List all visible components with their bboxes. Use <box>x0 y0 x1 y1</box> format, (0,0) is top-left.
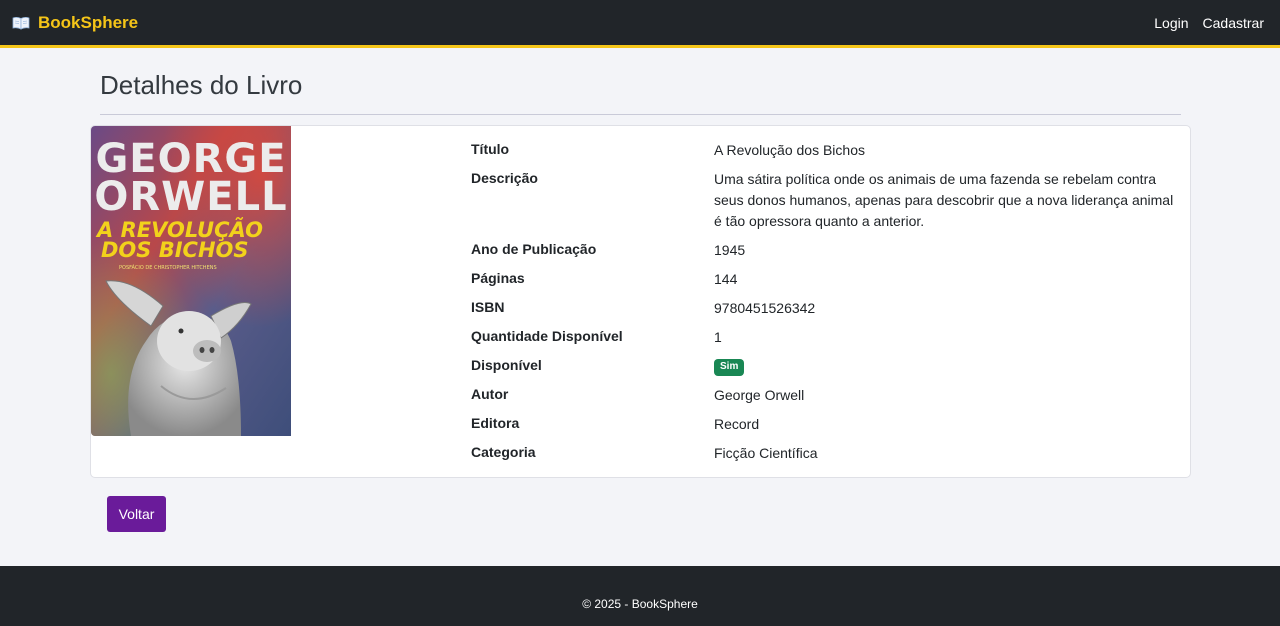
detail-label: Disponível <box>471 357 542 373</box>
detail-label: Quantidade Disponível <box>471 328 623 344</box>
detail-row-title: Título A Revolução dos Bichos <box>471 140 1181 161</box>
book-category-value: Ficção Científica <box>714 445 818 461</box>
svg-text:DOS BICHOS: DOS BICHOS <box>101 238 249 262</box>
book-available-value: Sim <box>714 356 1181 377</box>
book-cover-image: GEORGE ORWELL A REVOLUÇÃO DOS BICHOS POS… <box>91 126 291 436</box>
book-publisher-value: Record <box>714 416 760 432</box>
book-description-value: Uma sátira política onde os animais de u… <box>714 171 1174 229</box>
back-button[interactable]: Voltar <box>107 496 166 532</box>
detail-row-author: Autor George Orwell <box>471 385 1181 406</box>
detail-row-category: Categoria Ficção Científica <box>471 443 1181 464</box>
detail-row-pages: Páginas 144 <box>471 269 1181 290</box>
detail-label: Editora <box>471 415 520 431</box>
detail-label: Título <box>471 141 510 157</box>
book-details-card: GEORGE ORWELL A REVOLUÇÃO DOS BICHOS POS… <box>90 125 1191 478</box>
book-details-list: Título A Revolução dos Bichos Descrição … <box>471 140 1181 472</box>
detail-row-quantity: Quantidade Disponível 1 <box>471 327 1181 348</box>
footer: © 2025 - BookSphere <box>0 566 1280 626</box>
detail-label: ISBN <box>471 299 505 315</box>
brand-name: BookSphere <box>38 12 139 32</box>
available-status-badge: Sim <box>714 358 745 376</box>
detail-label: Categoria <box>471 444 536 460</box>
detail-row-publisher: Editora Record <box>471 414 1181 435</box>
detail-row-isbn: ISBN 9780451526342 <box>471 298 1181 319</box>
detail-row-description: Descrição Uma sátira política onde os an… <box>471 169 1181 232</box>
nav-links: Login Cadastrar <box>1154 15 1264 31</box>
detail-label: Ano de Publicação <box>471 241 597 257</box>
navbar: BookSphere Login Cadastrar <box>0 0 1280 48</box>
footer-copyright: © 2025 - BookSphere <box>582 597 698 611</box>
open-book-icon <box>12 16 30 30</box>
detail-label: Páginas <box>471 270 525 286</box>
book-isbn-value: 9780451526342 <box>714 300 816 316</box>
detail-label: Descrição <box>471 170 538 186</box>
book-author-value: George Orwell <box>714 387 805 403</box>
detail-row-year: Ano de Publicação 1945 <box>471 240 1181 261</box>
detail-row-available: Disponível Sim <box>471 356 1181 377</box>
svg-text:POSFÁCIO DE CHRISTOPHER HITCHE: POSFÁCIO DE CHRISTOPHER HITCHENS <box>119 264 217 271</box>
book-title-value: A Revolução dos Bichos <box>714 142 865 158</box>
detail-label: Autor <box>471 386 509 402</box>
brand-link[interactable]: BookSphere <box>12 13 138 33</box>
book-quantity-value: 1 <box>714 329 722 345</box>
page-title: Detalhes do Livro <box>100 70 303 100</box>
signup-link[interactable]: Cadastrar <box>1203 15 1264 31</box>
svg-text:ORWELL: ORWELL <box>94 174 287 220</box>
book-year-value: 1945 <box>714 242 746 258</box>
login-link[interactable]: Login <box>1154 15 1188 31</box>
book-pages-value: 144 <box>714 271 738 287</box>
title-divider <box>100 114 1181 115</box>
